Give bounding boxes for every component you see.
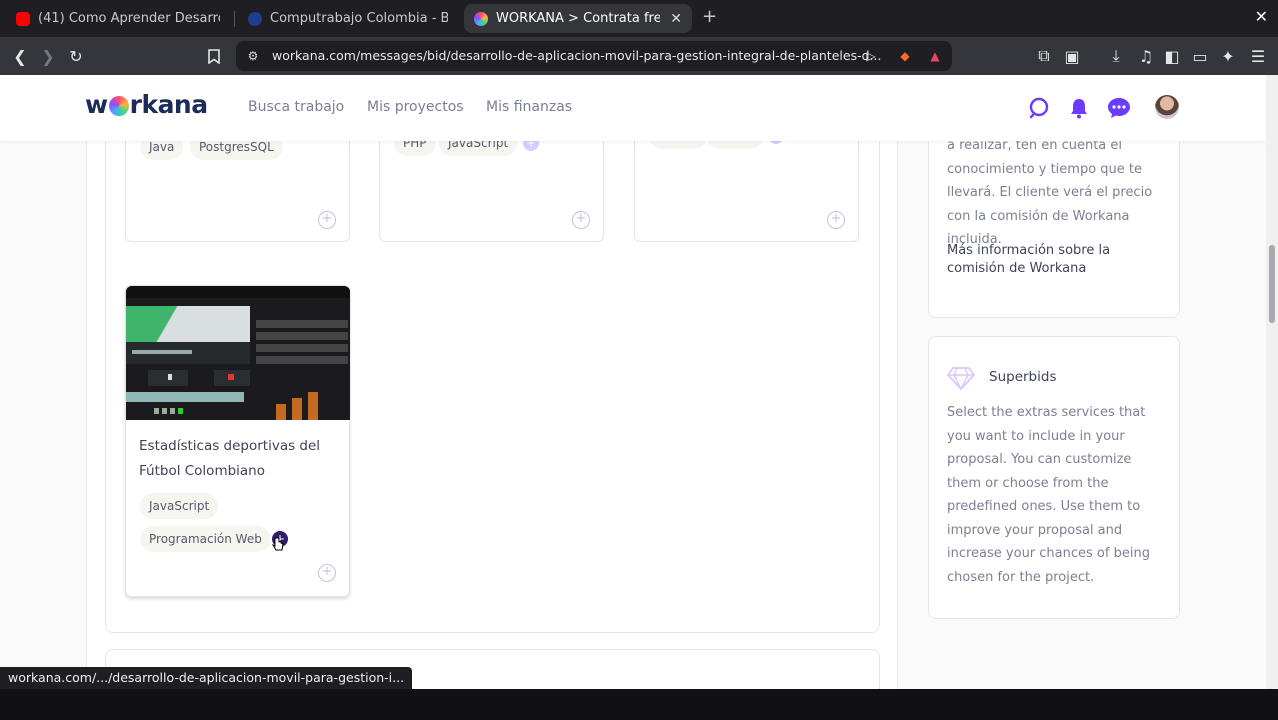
commission-info-link[interactable]: Más información sobre la comisión de Wor…	[947, 242, 1147, 278]
search-icon[interactable]	[1027, 95, 1053, 121]
messages-icon[interactable]	[1106, 95, 1132, 121]
browser-tab-bar: (41) Como Aprender Desarrol Computrabajo…	[0, 0, 1278, 37]
tab-computrabajo[interactable]: Computrabajo Colombia - Bo	[238, 4, 458, 33]
portfolio-section: Java PostgresSQL + PHP JavaScript + + Fl…	[105, 75, 880, 633]
youtube-icon	[16, 11, 30, 26]
bookmark-icon[interactable]	[204, 46, 224, 66]
close-window-icon[interactable]: ✕	[1255, 7, 1268, 26]
new-tab-icon[interactable]: +	[702, 6, 717, 27]
commission-text: a realizar, ten en cuenta el conocimient…	[947, 138, 1153, 247]
sidebar-toggle-icon[interactable]: ◧	[1162, 46, 1182, 66]
extensions-icon[interactable]: ⧉	[1034, 46, 1054, 66]
project-title: Estadísticas deportivas del Fútbol Colom…	[139, 438, 321, 479]
download-icon[interactable]: ⤓	[1106, 46, 1126, 66]
link-status-bar: workana.com/.../desarrollo-de-aplicacion…	[0, 667, 413, 689]
leo-ai-icon[interactable]: ✦	[1218, 46, 1238, 66]
nav-busca-trabajo[interactable]: Busca trabajo	[248, 99, 344, 115]
forward-icon[interactable]: ❯	[38, 46, 58, 66]
reader-icon[interactable]: ▣	[1062, 46, 1082, 66]
add-icon[interactable]: +	[827, 211, 845, 229]
tab-separator	[234, 11, 235, 27]
address-bar[interactable]: ⚙ workana.com/messages/bid/desarrollo-de…	[236, 41, 952, 71]
tab-workana[interactable]: WORKANA > Contrata fre ✕	[464, 4, 692, 33]
scrollbar-thumb[interactable]	[1269, 245, 1275, 323]
portfolio-card-featured[interactable]: Estadísticas deportivas del Fútbol Colom…	[125, 285, 350, 597]
share-icon[interactable]: ▷	[862, 47, 880, 65]
site-settings-icon[interactable]: ⚙	[244, 47, 262, 65]
cursor-icon	[271, 536, 284, 551]
nav-mis-proyectos[interactable]: Mis proyectos	[367, 99, 464, 115]
skill-tag: JavaScript	[140, 493, 219, 519]
computrabajo-icon	[248, 11, 262, 26]
tab-title: (41) Como Aprender Desarrol	[38, 11, 220, 26]
diamond-icon	[947, 367, 975, 390]
menu-icon[interactable]: ☰	[1248, 46, 1268, 66]
media-icon[interactable]: ♫	[1136, 46, 1156, 66]
add-icon[interactable]: +	[318, 564, 336, 582]
add-icon[interactable]: +	[318, 211, 336, 229]
brave-rewards-icon[interactable]: ▲	[926, 47, 944, 65]
user-avatar[interactable]	[1155, 95, 1179, 119]
add-icon[interactable]: +	[572, 211, 590, 229]
page-viewport: Java PostgresSQL + PHP JavaScript + + Fl…	[0, 75, 1266, 689]
url-text: workana.com/messages/bid/desarrollo-de-a…	[272, 48, 882, 63]
workana-header: w rkana Busca trabajo Mis proyectos Mis f…	[0, 75, 1266, 141]
close-tab-icon[interactable]: ✕	[670, 11, 682, 27]
project-thumbnail	[126, 286, 350, 420]
browser-toolbar: ❮ ❯ ↻ ⚙ workana.com/messages/bid/desarro…	[0, 37, 1278, 75]
superbids-box: Superbids Select the extras services tha…	[928, 336, 1180, 619]
skill-tag: Programación Web	[140, 526, 271, 552]
reload-icon[interactable]: ↻	[66, 46, 86, 66]
tab-youtube[interactable]: (41) Como Aprender Desarrol	[6, 4, 230, 33]
tab-title: WORKANA > Contrata fre	[496, 11, 661, 26]
wallet-icon[interactable]: ▭	[1190, 46, 1210, 66]
back-icon[interactable]: ❮	[10, 46, 30, 66]
superbids-text: Select the extras services that you want…	[947, 405, 1150, 585]
page-scrollbar[interactable]	[1266, 75, 1278, 689]
workana-logo[interactable]: w rkana	[85, 90, 208, 119]
notifications-bell-icon[interactable]	[1066, 95, 1092, 121]
brave-shields-icon[interactable]: ◆	[896, 47, 914, 65]
nav-mis-finanzas[interactable]: Mis finanzas	[486, 99, 572, 115]
logo-o-icon	[108, 96, 129, 116]
superbids-title: Superbids	[989, 369, 1057, 385]
tab-title: Computrabajo Colombia - Bo	[270, 11, 448, 26]
workana-icon	[474, 11, 488, 26]
bottom-bar	[0, 689, 1278, 720]
